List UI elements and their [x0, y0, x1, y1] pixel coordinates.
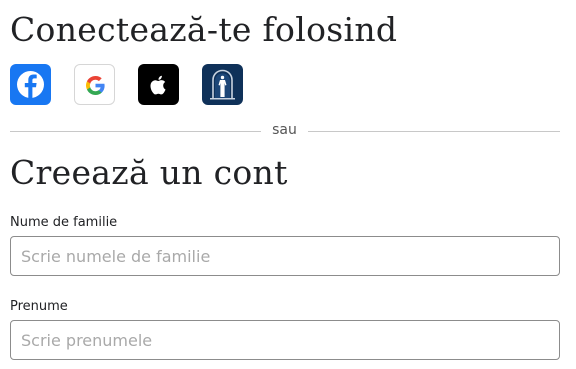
apple-icon: [150, 75, 166, 95]
church-account-login-button[interactable]: [202, 64, 243, 105]
church-temple-icon: [210, 69, 235, 100]
create-account-heading: Creează un cont: [10, 153, 288, 192]
facebook-icon: [17, 71, 44, 98]
facebook-login-button[interactable]: [10, 64, 51, 105]
google-icon: [86, 76, 105, 95]
divider-line-left: [10, 131, 261, 132]
divider-or-text: sau: [272, 122, 297, 138]
google-login-button[interactable]: [74, 64, 115, 105]
divider-line-right: [308, 131, 560, 132]
first-name-label: Prenume: [10, 299, 68, 314]
last-name-input[interactable]: [10, 236, 560, 276]
or-divider: sau: [10, 121, 560, 141]
first-name-input[interactable]: [10, 320, 560, 360]
sign-in-with-heading: Conectează-te folosind: [10, 10, 398, 49]
apple-login-button[interactable]: [138, 64, 179, 105]
last-name-label: Nume de familie: [10, 215, 118, 230]
